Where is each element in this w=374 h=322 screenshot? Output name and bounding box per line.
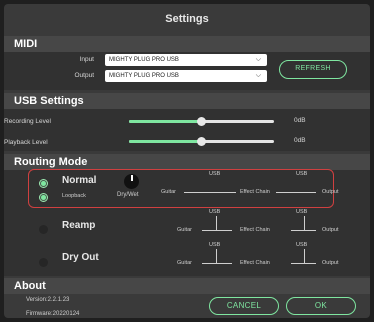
- midi-output-dropdown[interactable]: MIGHTY PLUG PRO USB ⌵: [105, 70, 267, 82]
- normal-output-label: Output: [322, 189, 339, 195]
- dry-out-mode-radio[interactable]: [39, 258, 48, 267]
- midi-output-value: MIGHTY PLUG PRO USB: [109, 73, 179, 79]
- dry-out-output-line: [291, 263, 316, 264]
- playback-level-handle[interactable]: [197, 137, 206, 146]
- dry-out-usb-label: USB: [209, 242, 221, 248]
- playback-level-label: Playback Level: [4, 139, 48, 146]
- normal-effect-chain-label: Effect Chain: [240, 189, 270, 195]
- playback-level-slider[interactable]: [129, 137, 274, 146]
- reamp-mode-label: Reamp: [62, 220, 96, 231]
- reamp-output-line: [291, 230, 316, 231]
- dry-out-guitar-label: Guitar: [177, 260, 192, 266]
- firmware-text: Firmware:20220124: [26, 311, 80, 317]
- settings-window: Settings MIDI Input MIGHTY PLUG PRO USB …: [4, 4, 370, 318]
- reamp-effect-chain-label: Effect Chain: [240, 227, 270, 233]
- dry-out-output-label: Output: [322, 260, 339, 266]
- chevron-down-icon: ⌵: [255, 72, 261, 79]
- reamp-usb-label: USB: [209, 209, 221, 215]
- reamp-usb-out-label: USB: [296, 209, 308, 215]
- reamp-signal-line: [202, 230, 232, 231]
- midi-output-label: Output: [74, 72, 94, 79]
- reamp-output-label: Output: [322, 227, 339, 233]
- dry-out-mode-label: Dry Out: [62, 252, 99, 263]
- normal-signal-line: [184, 192, 236, 193]
- normal-mode-radio[interactable]: [39, 179, 48, 188]
- reamp-mode-radio[interactable]: [39, 225, 48, 234]
- midi-input-dropdown[interactable]: MIGHTY PLUG PRO USB ⌵: [105, 54, 267, 66]
- refresh-button[interactable]: REFRESH: [279, 60, 347, 79]
- recording-level-handle[interactable]: [197, 117, 206, 126]
- playback-level-fill: [129, 140, 202, 143]
- normal-usb-out-label: USB: [296, 171, 308, 177]
- chevron-down-icon: ⌵: [255, 56, 261, 63]
- normal-guitar-label: Guitar: [161, 189, 176, 195]
- ok-button[interactable]: OK: [286, 297, 356, 315]
- playback-level-value: 0dB: [294, 137, 306, 144]
- normal-mode-label: Normal: [62, 175, 97, 186]
- loopback-label: Loopback: [62, 193, 86, 199]
- reamp-usb-out-branch: [304, 216, 305, 230]
- normal-output-line: [276, 192, 316, 193]
- routing-mode-heading: Routing Mode: [4, 154, 370, 170]
- version-text: Version:2.2.1.23: [26, 297, 70, 303]
- dry-out-usb-out-label: USB: [296, 242, 308, 248]
- usb-settings-heading: USB Settings: [4, 93, 370, 109]
- about-heading: About: [4, 278, 370, 294]
- loopback-radio[interactable]: [39, 193, 48, 202]
- midi-input-label: Input: [79, 56, 94, 63]
- dry-out-effect-chain-label: Effect Chain: [240, 260, 270, 266]
- reamp-usb-branch: [216, 216, 217, 230]
- normal-usb-label: USB: [209, 171, 221, 177]
- recording-level-slider[interactable]: [129, 117, 274, 126]
- dry-out-usb-branch: [216, 249, 217, 263]
- cancel-button[interactable]: CANCEL: [209, 297, 279, 315]
- window-title: Settings: [165, 13, 209, 25]
- reamp-guitar-label: Guitar: [177, 227, 192, 233]
- recording-level-fill: [129, 120, 202, 123]
- recording-level-value: 0dB: [294, 117, 306, 124]
- dry-out-usb-out-branch: [304, 249, 305, 263]
- midi-input-value: MIGHTY PLUG PRO USB: [109, 57, 179, 63]
- usb-settings-section: [4, 109, 370, 151]
- midi-heading: MIDI: [4, 36, 370, 52]
- dry-wet-label: Dry/Wet: [117, 192, 139, 198]
- dry-out-signal-line: [202, 263, 232, 264]
- recording-level-label: Recording Level: [4, 118, 51, 125]
- dry-wet-knob[interactable]: [124, 174, 139, 189]
